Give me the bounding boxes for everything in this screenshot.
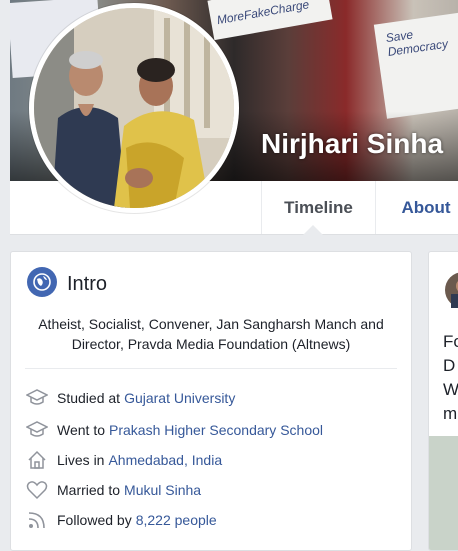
graduation-cap-icon [25,418,49,442]
post-text: m [443,404,458,423]
post-text: D [443,356,456,375]
profile-picture[interactable] [29,3,239,213]
intro-header: Intro [27,266,108,302]
rss-icon [25,508,49,532]
active-tab-caret [303,225,323,235]
intro-item-prefix: Studied at [57,390,121,406]
tab-about[interactable]: About [375,181,458,234]
photo-people-illustration [34,8,234,208]
post-image[interactable] [429,436,458,550]
intro-item-prefix: Lives in [57,452,105,468]
school-link[interactable]: Prakash Higher Secondary School [109,422,323,438]
divider [25,368,397,369]
intro-item-prefix: Followed by [57,512,132,528]
post-text: Fo [443,332,458,351]
home-icon [25,448,49,472]
profile-name[interactable]: Nirjhari Sinha [261,128,443,160]
profile-photo [34,8,234,208]
post-text: W [443,380,458,399]
intro-item-education: Studied at Gujarat University [25,386,235,410]
intro-item-relationship: Married to Mukul Sinha [25,478,201,502]
location-link[interactable]: Ahmedabad, India [108,452,222,468]
graduation-cap-icon [25,386,49,410]
sign-text: MoreFakeCharge [215,0,311,28]
intro-card: Intro Atheist, Socialist, Convener, Jan … [10,251,412,551]
spouse-link[interactable]: Mukul Sinha [124,482,201,498]
intro-item-school: Went to Prakash Higher Secondary School [25,418,323,442]
intro-item-prefix: Went to [57,422,105,438]
intro-item-prefix: Married to [57,482,121,498]
intro-item-followers: Followed by 8,222 people [25,508,217,532]
followers-link[interactable]: 8,222 people [136,512,217,528]
protest-sign: MoreFakeCharge [207,0,333,41]
intro-item-location: Lives in Ahmedabad, India [25,448,222,472]
sign-text: Save Democracy [384,27,449,59]
intro-title: Intro [67,272,108,295]
protest-sign: Save Democracy [373,12,458,119]
globe-icon [27,266,57,302]
post-card: Fo D W m [428,251,458,551]
post-author-avatar[interactable] [443,270,458,310]
intro-bio: Atheist, Socialist, Convener, Jan Sangha… [38,316,384,352]
education-link[interactable]: Gujarat University [124,390,235,406]
heart-icon [25,478,49,502]
